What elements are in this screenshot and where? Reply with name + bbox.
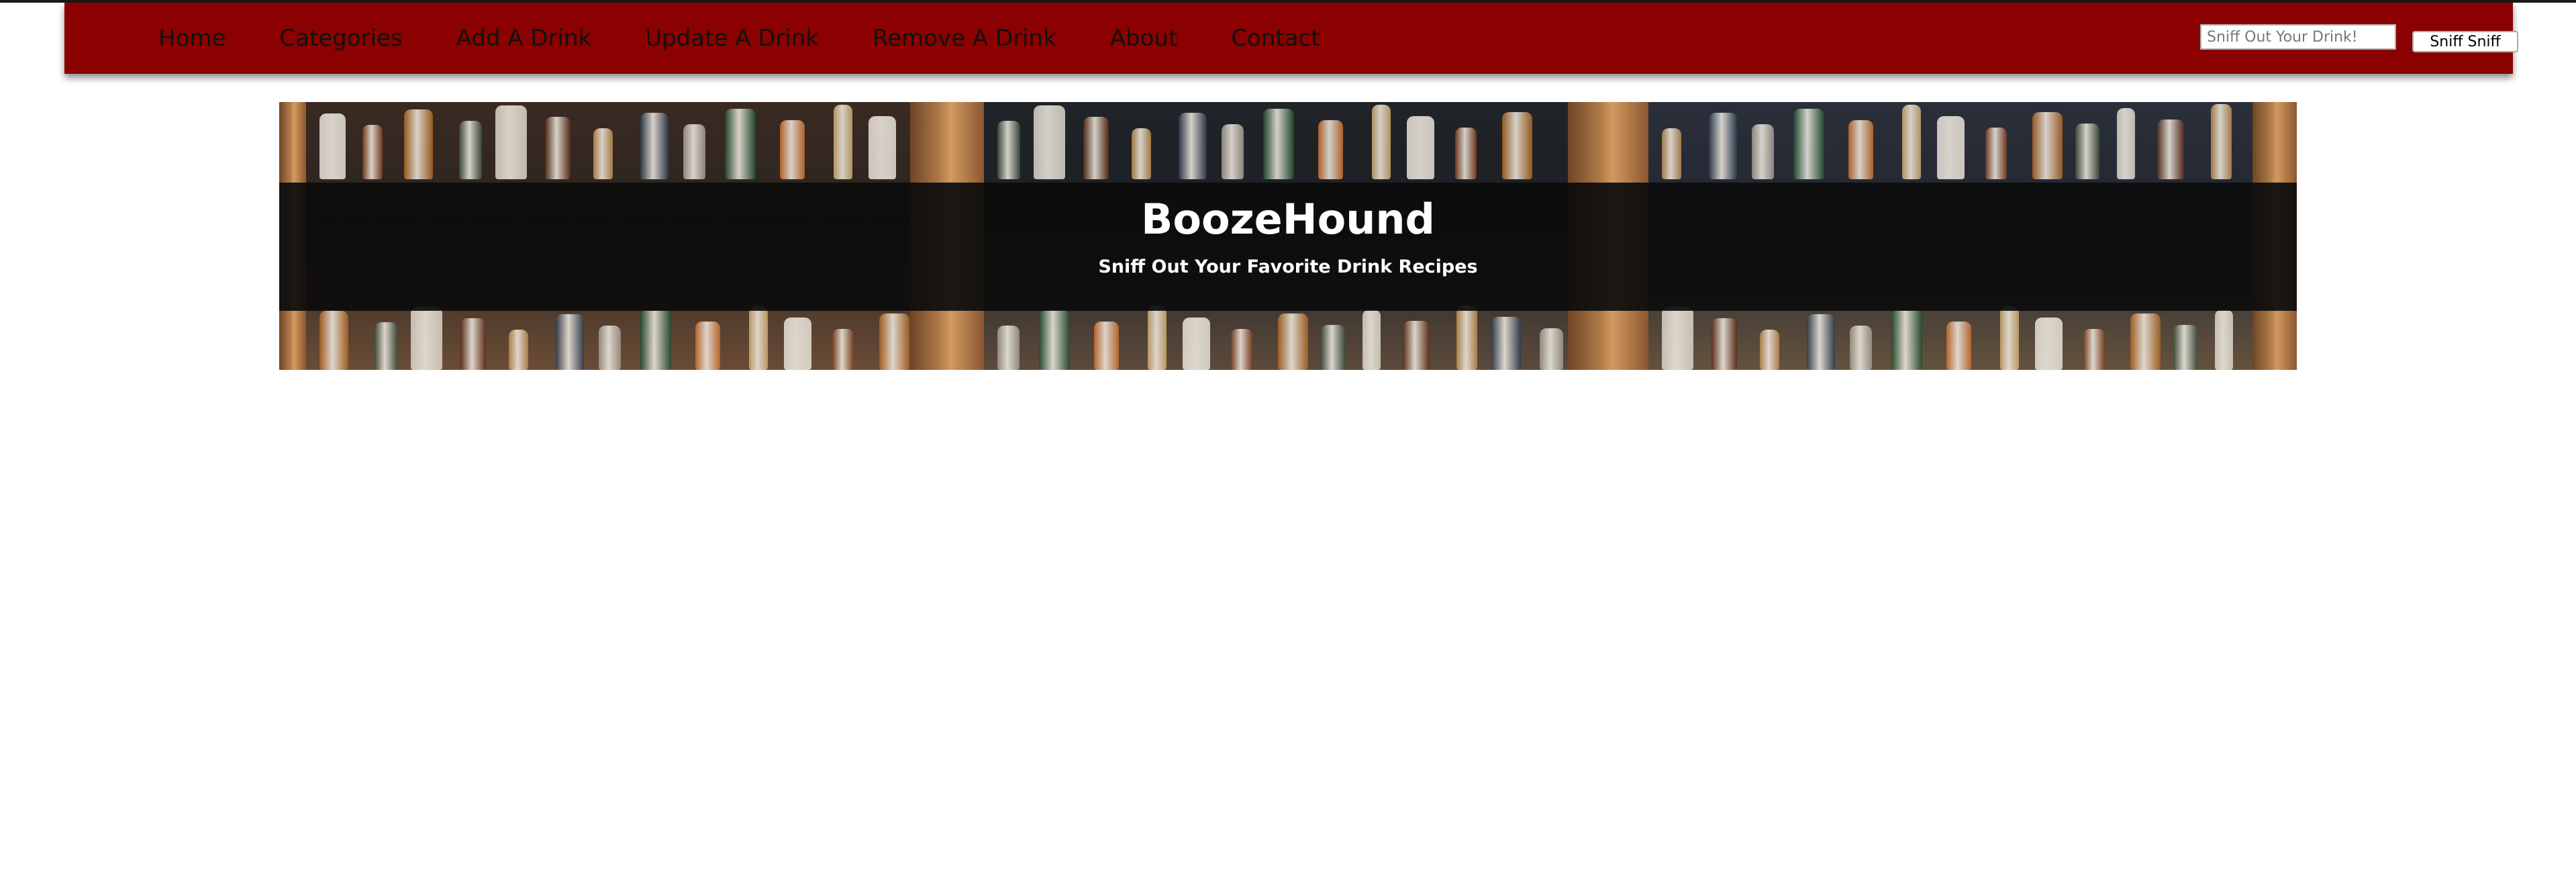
bottle-decoration [879,313,909,370]
bottle-decoration [2035,318,2063,370]
bottle-decoration [1456,305,1477,370]
bottle-decoration [1902,105,1921,179]
bottle-decoration [1712,318,1737,370]
bottle-decoration [1502,112,1532,179]
bottle-decoration [834,105,852,179]
bottle-decoration [1183,318,1210,370]
bottle-decoration [375,322,397,370]
bottle-decoration [593,128,613,179]
bottle-decoration [640,113,668,179]
nav-links: Home Categories Add A Drink Update A Dri… [158,3,1374,74]
bottle-decoration [1039,310,1070,370]
bottle-decoration [1709,113,1737,179]
bottle-decoration [1083,117,1109,179]
bottle-decoration [362,125,383,179]
bottle-decoration [1148,306,1167,370]
bottle-decoration [556,314,584,370]
bottle-decoration [599,326,621,370]
bottle-decoration [1094,322,1119,370]
bottle-decoration [2173,325,2197,370]
bottle-decoration [2117,108,2135,179]
bottle-decoration [1850,326,1872,370]
bottle-decoration [1407,116,1434,179]
bottle-decoration [1222,124,1244,179]
hero-banner: BoozeHound Sniff Out Your Favorite Drink… [279,102,2297,370]
site-title: BoozeHound [1141,195,1435,244]
bottle-decoration [1807,314,1835,370]
bottle-decoration [1937,116,1965,179]
bottle-decoration [1363,309,1381,370]
navbar: Home Categories Add A Drink Update A Dri… [64,3,2518,74]
nav-link-about[interactable]: About [1110,25,1178,52]
bottle-decoration [319,311,348,370]
bottle-decoration [411,307,442,370]
nav-link-home[interactable]: Home [158,25,226,52]
nav-link-categories[interactable]: Categories [279,25,402,52]
bottle-decoration [545,117,571,179]
bottle-decoration [1891,310,1922,370]
bottle-decoration [1985,128,2007,179]
bottle-decoration [509,330,528,370]
bottle-decoration [2075,124,2099,179]
bottle-decoration [832,329,854,370]
bottle-decoration [869,116,896,179]
bottle-decoration [1231,329,1252,370]
bottle-decoration [319,113,346,179]
bottle-decoration [1760,330,1779,370]
bottle-decoration [1132,128,1151,179]
bottle-decoration [640,310,671,370]
nav-link-add-drink[interactable]: Add A Drink [456,25,592,52]
bottle-decoration [459,121,482,179]
bottle-decoration [695,322,720,370]
bottle-decoration [2130,313,2161,370]
bottle-decoration [780,120,805,179]
bottle-decoration [2083,329,2105,370]
bottle-decoration [1540,328,1563,370]
bottle-decoration [1455,128,1477,179]
bottle-decoration [1278,313,1308,370]
nav-link-contact[interactable]: Contact [1231,25,1320,52]
bottle-decoration [1318,120,1343,179]
bottle-decoration [2157,119,2184,179]
bottle-decoration [2000,306,2019,370]
bottle-decoration [749,306,768,370]
bottle-decoration [683,124,705,179]
nav-link-remove-drink[interactable]: Remove A Drink [873,25,1056,52]
bottle-decoration [460,318,486,370]
bottle-decoration [1321,325,1345,370]
bottle-decoration [495,105,527,179]
bottle-decoration [1372,105,1391,179]
bottle-decoration [1034,105,1065,179]
bottle-decoration [1752,124,1774,179]
bottle-decoration [997,121,1020,179]
bottle-decoration [2211,104,2232,179]
search-button[interactable]: Sniff Sniff [2412,31,2518,52]
bottle-decoration [1403,321,1430,370]
bottle-decoration [2032,112,2063,179]
bottle-decoration [784,318,811,370]
bottle-decoration [404,109,433,179]
bottle-decoration [725,109,756,179]
bottle-decoration [1263,109,1294,179]
search-input[interactable] [2200,24,2396,50]
bottle-decoration [1848,120,1873,179]
site-tagline: Sniff Out Your Favorite Drink Recipes [1098,256,1478,277]
bottle-decoration [1946,322,1971,370]
bottle-decoration [1491,317,1521,370]
bottle-decoration [1793,109,1824,179]
bottle-decoration [1662,128,1681,179]
bottle-decoration [1179,113,1207,179]
bottle-decoration [997,326,1020,370]
bottle-decoration [1662,307,1693,370]
bottle-decoration [2215,309,2233,370]
nav-link-update-drink[interactable]: Update A Drink [645,25,819,52]
